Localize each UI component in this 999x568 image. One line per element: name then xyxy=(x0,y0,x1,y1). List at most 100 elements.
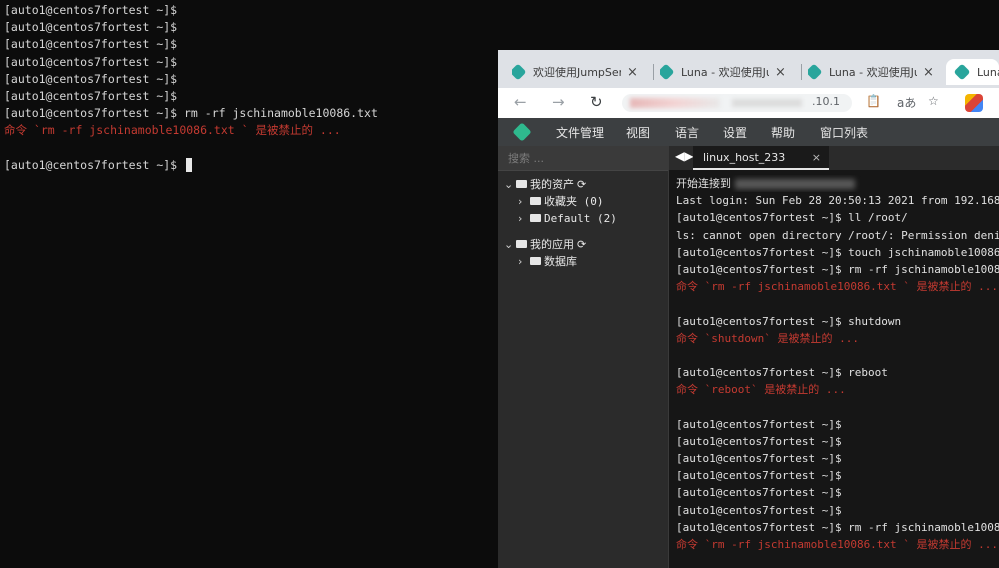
terminal-line: [auto1@centos7fortest ~]$ xyxy=(4,88,498,105)
terminal-error-line: 命令 `rm -rf jschinamoble10086.txt ` 是被禁止的… xyxy=(4,122,498,139)
chevron-right-icon[interactable]: › xyxy=(518,211,530,227)
terminal-line: Last login: Sun Feb 28 20:50:13 2021 fro… xyxy=(676,192,999,209)
session-tab-label: linux_host_233 xyxy=(703,151,786,164)
browser-window: 欢迎使用JumpServ × Luna - 欢迎使用Jum × Luna - 欢… xyxy=(498,50,999,568)
terminal-line-text: Last login: Sun Feb 28 20:50:13 2021 fro… xyxy=(676,194,999,208)
browser-tab-luna-2[interactable]: Luna - 欢迎使用Jum × xyxy=(808,59,948,85)
tree-my-assets[interactable]: ⌄ 我的资产 ⟳ xyxy=(504,177,586,193)
terminal-line-text: [auto1@centos7fortest ~]$ rm -rf jschina… xyxy=(4,106,378,121)
terminal-cursor xyxy=(186,157,193,172)
browser-toolbar: ← → ↻ .10.1 📋 aあ ☆ xyxy=(498,88,999,119)
terminal-line-text: [auto1@centos7fortest ~]$ shutdown xyxy=(676,314,902,328)
folder-icon xyxy=(516,240,527,248)
terminal-line: [auto1@centos7fortest ~]$ xyxy=(676,433,999,450)
terminal-line-text: 命令 `shutdown` 是被禁止的 ... xyxy=(676,331,859,345)
terminal-line-text: [auto1@centos7fortest ~]$ touch jschinam… xyxy=(676,245,999,259)
address-bar[interactable]: .10.1 xyxy=(622,94,852,112)
terminal-line: ls: cannot open directory /root/: Permis… xyxy=(676,227,999,244)
tab-title: 欢迎使用JumpServ xyxy=(533,66,621,79)
luna-favicon-icon xyxy=(953,63,971,81)
bookmark-star-icon[interactable]: ☆ xyxy=(928,94,939,108)
menu-view[interactable]: 视图 xyxy=(626,124,650,141)
tab-title: Luna xyxy=(977,65,999,79)
terminal-line: [auto1@centos7fortest ~]$ xyxy=(4,54,498,71)
tree-database[interactable]: › 数据库 xyxy=(518,254,577,270)
terminal-line-text: [auto1@centos7fortest ~]$ xyxy=(4,88,178,103)
terminal-line-text: 命令 `reboot` 是被禁止的 ... xyxy=(676,383,846,397)
luna-favicon-icon xyxy=(660,63,675,81)
close-icon[interactable]: × xyxy=(812,151,821,164)
terminal-error-line: 命令 `rm -rf jschinamoble10086.txt ` 是被禁止的… xyxy=(676,278,999,295)
folder-icon xyxy=(516,180,527,188)
menu-help[interactable]: 帮助 xyxy=(771,124,795,141)
left-terminal[interactable]: [auto1@centos7fortest ~]$ [auto1@centos7f… xyxy=(0,0,498,568)
url-text: .10.1 xyxy=(812,95,840,108)
tree-label: 收藏夹 (0) xyxy=(544,195,604,208)
back-button[interactable]: ← xyxy=(514,93,527,111)
web-terminal[interactable]: 开始连接到 Last login: Sun Feb 28 20:50:13 202… xyxy=(669,170,999,568)
tab-title: Luna - 欢迎使用Jum xyxy=(681,66,769,79)
terminal-line-text: [auto1@centos7fortest ~]$ xyxy=(676,452,842,465)
terminal-line: [auto1@centos7fortest ~]$ xyxy=(4,36,498,53)
clipboard-icon[interactable]: 📋 xyxy=(866,94,881,108)
terminal-line-text: [auto1@centos7fortest ~]$ reboot xyxy=(676,366,888,380)
tree-my-apps[interactable]: ⌄ 我的应用 ⟳ xyxy=(504,237,586,253)
tab-title: Luna - 欢迎使用Jum xyxy=(829,66,917,79)
menu-settings[interactable]: 设置 xyxy=(723,124,747,141)
terminal-line: [auto1@centos7fortest ~]$ shutdown xyxy=(676,313,999,330)
terminal-line: [auto1@centos7fortest ~]$ xyxy=(4,2,498,19)
terminal-line-text: [auto1@centos7fortest ~]$ xyxy=(676,503,842,517)
chevron-right-icon[interactable]: › xyxy=(518,254,530,270)
menu-language[interactable]: 语言 xyxy=(675,124,699,141)
tree-label: 我的应用 xyxy=(530,238,574,251)
sidebar-search xyxy=(498,146,668,171)
terminal-line-text: [auto1@centos7fortest ~]$ rm -rf jschina… xyxy=(676,520,999,534)
terminal-line: [auto1@centos7fortest ~]$ xyxy=(4,19,498,36)
browser-tab-luna-1[interactable]: Luna - 欢迎使用Jum × xyxy=(660,59,800,85)
tab-separator xyxy=(653,64,654,80)
tab-close-icon[interactable]: × xyxy=(627,65,638,80)
extension-icon[interactable] xyxy=(965,94,983,112)
session-tab-linux-host[interactable]: linux_host_233 × xyxy=(693,146,829,170)
tab-close-icon[interactable]: × xyxy=(923,65,934,80)
search-input[interactable] xyxy=(506,149,660,167)
session-tabs: ◀▶ linux_host_233 × xyxy=(669,146,999,170)
translate-icon[interactable]: aあ xyxy=(897,94,916,111)
terminal-line: [auto1@centos7fortest ~]$ reboot xyxy=(676,364,999,381)
tree-default[interactable]: › Default (2) xyxy=(518,211,617,227)
forward-button[interactable]: → xyxy=(552,93,565,111)
terminal-line: [auto1@centos7fortest ~]$ xyxy=(676,450,999,467)
terminal-line-text: [auto1@centos7fortest ~]$ xyxy=(676,486,842,500)
chevron-down-icon[interactable]: ⌄ xyxy=(504,237,516,253)
terminal-line-text: [auto1@centos7fortest ~]$ ll /root/ xyxy=(676,211,908,225)
tab-close-icon[interactable]: × xyxy=(775,65,786,80)
terminal-line: [auto1@centos7fortest ~]$ ll /root/ xyxy=(676,209,999,226)
terminal-line-text: [auto1@centos7fortest ~]$ xyxy=(676,434,842,448)
tree-label: 数据库 xyxy=(544,255,577,268)
chevron-right-icon[interactable]: › xyxy=(518,194,530,210)
tree-favorites[interactable]: › 收藏夹 (0) xyxy=(518,194,604,210)
refresh-icon[interactable]: ⟳ xyxy=(577,238,586,251)
folder-icon xyxy=(530,197,541,205)
redacted-host xyxy=(735,179,855,189)
luna-favicon-icon xyxy=(808,63,823,81)
menu-window-list[interactable]: 窗口列表 xyxy=(820,124,868,141)
terminal-line: [auto1@centos7fortest ~]$ xyxy=(676,502,999,519)
terminal-line: [auto1@centos7fortest ~]$ touch jschinam… xyxy=(676,244,999,261)
terminal-line-text: [auto1@centos7fortest ~]$ rm -rf jschina… xyxy=(676,262,999,276)
terminal-line: [auto1@centos7fortest ~]$ xyxy=(4,157,498,174)
tab-scroll-arrows-icon[interactable]: ◀▶ xyxy=(675,149,693,163)
browser-tab-jumpserver[interactable]: 欢迎使用JumpServ × xyxy=(512,59,652,85)
browser-tab-luna-active[interactable]: Luna xyxy=(946,59,999,85)
chevron-down-icon[interactable]: ⌄ xyxy=(504,177,516,193)
menu-file-manager[interactable]: 文件管理 xyxy=(556,124,604,141)
terminal-line-text: [auto1@centos7fortest ~]$ xyxy=(4,54,178,69)
terminal-line-text: [auto1@centos7fortest ~]$ xyxy=(4,3,178,17)
refresh-icon[interactable]: ⟳ xyxy=(577,178,586,191)
reload-button[interactable]: ↻ xyxy=(590,93,603,111)
terminal-line: [auto1@centos7fortest ~]$ xyxy=(676,467,999,484)
terminal-line-text: [auto1@centos7fortest ~]$ xyxy=(4,157,185,172)
luna-menu-bar: 文件管理 视图 语言 设置 帮助 窗口列表 xyxy=(498,118,999,146)
terminal-line-text: ls: cannot open directory /root/: Permis… xyxy=(676,228,999,242)
